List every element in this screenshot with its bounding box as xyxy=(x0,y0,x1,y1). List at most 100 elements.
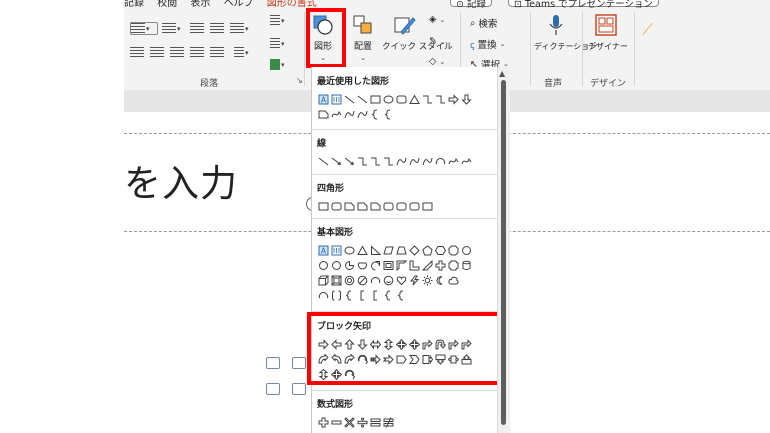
curve-shape-icon[interactable] xyxy=(408,156,420,168)
elbow-shape-icon[interactable] xyxy=(421,94,433,106)
slide-title-placeholder[interactable]: を入力 xyxy=(124,153,238,207)
shape-outline-button[interactable]: ✎ ⌄ xyxy=(429,36,446,47)
cross-shape-icon[interactable] xyxy=(434,260,446,272)
cube-shape-icon[interactable] xyxy=(317,275,329,287)
scroll-up-icon[interactable]: ▲ xyxy=(499,69,505,78)
rect-shape-icon[interactable] xyxy=(369,94,381,106)
tab-record[interactable]: 記録 xyxy=(124,0,144,9)
vtextbox-shape-icon[interactable] xyxy=(330,94,342,106)
trap-shape-icon[interactable] xyxy=(395,245,407,257)
lightning-shape-icon[interactable] xyxy=(408,275,420,287)
down-shape-icon[interactable] xyxy=(460,94,472,106)
circ-shape-icon[interactable] xyxy=(330,260,342,272)
line-shape-icon[interactable] xyxy=(356,94,368,106)
brace-shape-icon[interactable] xyxy=(369,109,381,121)
tri-shape-icon[interactable] xyxy=(356,245,368,257)
plus-shape-icon[interactable] xyxy=(317,417,329,429)
arc-shape-icon[interactable] xyxy=(434,156,446,168)
align-text-button[interactable]: ▾ xyxy=(270,37,292,50)
insert-icons-icon[interactable] xyxy=(266,383,280,395)
dialog-launcher-icon[interactable]: ↘ xyxy=(296,76,303,85)
dia-shape-icon[interactable] xyxy=(408,245,420,257)
bevel-shape-icon[interactable] xyxy=(330,275,342,287)
sun-shape-icon[interactable] xyxy=(421,275,433,287)
moon-shape-icon[interactable] xyxy=(434,275,446,287)
rrect-shape-icon[interactable] xyxy=(330,201,342,213)
para-shape-icon[interactable] xyxy=(382,245,394,257)
rect-shape-icon[interactable] xyxy=(317,201,329,213)
divide-shape-icon[interactable] xyxy=(356,417,368,429)
snip-shape-icon[interactable] xyxy=(317,109,329,121)
heart-shape-icon[interactable] xyxy=(395,275,407,287)
hex-shape-icon[interactable] xyxy=(434,245,446,257)
scribble-shape-icon[interactable] xyxy=(330,109,342,121)
shape-effects-button[interactable]: ◇ ⌄ xyxy=(429,56,445,67)
tab-review[interactable]: 校閲 xyxy=(157,0,177,9)
designer-button[interactable]: デザイナー xyxy=(588,14,628,52)
gallery-scrollbar[interactable]: ▲ xyxy=(497,67,510,433)
rrect-shape-icon[interactable] xyxy=(395,94,407,106)
brace-shape-icon[interactable] xyxy=(382,109,394,121)
arc-shape-icon[interactable] xyxy=(369,275,381,287)
line-shape-icon[interactable] xyxy=(343,94,355,106)
dictate-button[interactable]: ディクテーション xyxy=(534,14,597,52)
rect-shape-icon[interactable] xyxy=(421,201,433,213)
rrect-shape-icon[interactable] xyxy=(408,201,420,213)
donut-shape-icon[interactable] xyxy=(343,275,355,287)
curve-shape-icon[interactable] xyxy=(421,156,433,168)
rrect-shape-icon[interactable] xyxy=(382,201,394,213)
equal-shape-icon[interactable] xyxy=(369,417,381,429)
oval-shape-icon[interactable] xyxy=(343,245,355,257)
pie-shape-icon[interactable] xyxy=(343,260,355,272)
bullets-button[interactable]: ▾ xyxy=(130,22,158,35)
align-left-button[interactable] xyxy=(130,46,152,59)
tab-help[interactable]: ヘルプ xyxy=(224,0,254,9)
brace-shape-icon[interactable] xyxy=(343,290,355,302)
bracket-shape-icon[interactable] xyxy=(356,290,368,302)
elbow-shape-icon[interactable] xyxy=(382,156,394,168)
numbering-button[interactable]: ▾ xyxy=(162,22,184,35)
snip-shape-icon[interactable] xyxy=(343,201,355,213)
bracket-shape-icon[interactable] xyxy=(369,290,381,302)
elbow-shape-icon[interactable] xyxy=(434,94,446,106)
brace-shape-icon[interactable] xyxy=(382,290,394,302)
insert-stock-image-icon[interactable] xyxy=(292,357,306,369)
right-shape-icon[interactable] xyxy=(447,94,459,106)
rrect-shape-icon[interactable] xyxy=(395,201,407,213)
align-center-button[interactable] xyxy=(150,46,172,59)
arrowline-shape-icon[interactable] xyxy=(343,156,355,168)
plaque-shape-icon[interactable] xyxy=(447,260,459,272)
circ-shape-icon[interactable] xyxy=(317,260,329,272)
decrease-indent-button[interactable] xyxy=(190,22,212,35)
elbow-shape-icon[interactable] xyxy=(356,156,368,168)
curve-shape-icon[interactable] xyxy=(395,156,407,168)
tri-shape-icon[interactable] xyxy=(408,94,420,106)
shape-fill-button[interactable]: ◈ ⌄ xyxy=(429,14,445,25)
brackpair-shape-icon[interactable] xyxy=(330,290,342,302)
brace-shape-icon[interactable] xyxy=(395,290,407,302)
can-shape-icon[interactable] xyxy=(460,260,472,272)
smile-shape-icon[interactable] xyxy=(382,275,394,287)
arc-shape-icon[interactable] xyxy=(317,290,329,302)
no-shape-icon[interactable] xyxy=(356,275,368,287)
mult-shape-icon[interactable] xyxy=(343,417,355,429)
record-button[interactable]: ⊙ 記録 xyxy=(450,0,492,10)
octa-shape-icon[interactable] xyxy=(447,245,459,257)
find-button[interactable]: ⌕ 検索 xyxy=(470,16,497,31)
rtri-shape-icon[interactable] xyxy=(369,245,381,257)
insert-picture-icon[interactable] xyxy=(266,357,280,369)
arrowline-shape-icon[interactable] xyxy=(330,156,342,168)
diag-shape-icon[interactable] xyxy=(421,260,433,272)
scrollbar-thumb[interactable] xyxy=(501,80,506,425)
oval-shape-icon[interactable] xyxy=(382,94,394,106)
line-spacing-button[interactable]: ▾ xyxy=(230,22,252,35)
curve-shape-icon[interactable] xyxy=(356,109,368,121)
snip-shape-icon[interactable] xyxy=(369,201,381,213)
next-group-icon[interactable]: ⟋ xyxy=(642,20,653,40)
vtextbox-shape-icon[interactable] xyxy=(330,245,342,257)
quick-styles-button[interactable]: クイック スタイル xyxy=(382,14,453,53)
line-shape-icon[interactable] xyxy=(317,156,329,168)
insert-video-icon[interactable] xyxy=(292,383,306,395)
columns-button[interactable]: ▾ xyxy=(234,46,256,59)
increase-indent-button[interactable] xyxy=(210,22,232,35)
